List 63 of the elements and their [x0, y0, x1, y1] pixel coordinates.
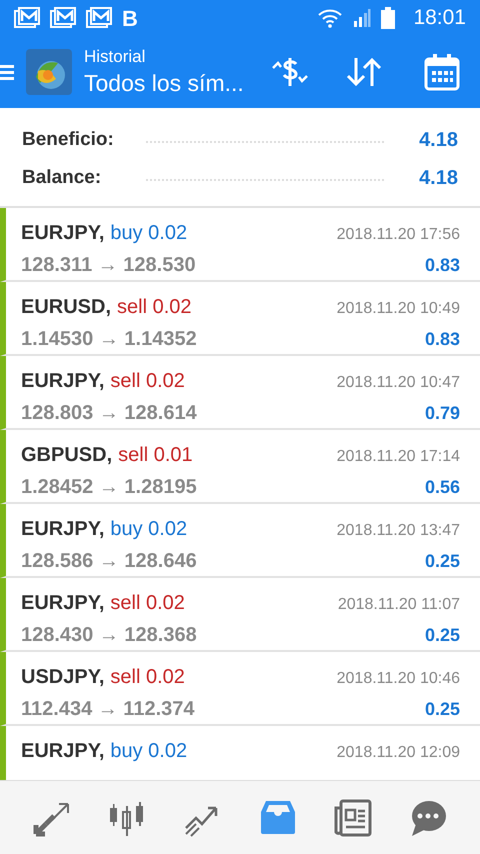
summary-label: Balance:: [22, 166, 102, 190]
mail-icon: [86, 7, 112, 29]
trade-side-volume: buy 0.02: [110, 739, 188, 764]
price-range: 128.803 → 128.614: [21, 401, 197, 426]
deal-row[interactable]: EURJPY, sell 0.02 2018.11.20 11:07 128.430 → 128.368 0.25: [0, 578, 480, 652]
symbol-label: EURJPY,: [21, 591, 104, 616]
profit-value: 0.79: [424, 402, 460, 424]
deal-time: 2018.11.20 12:09: [336, 743, 460, 763]
deal-time: 2018.11.20 17:14: [336, 447, 460, 467]
deal-row[interactable]: EURJPY, buy 0.02 2018.11.20 17:56 128.311 → 128.530 0.83: [0, 208, 480, 282]
deal-time: 2018.11.20 10:49: [336, 299, 460, 319]
profit-value: 0.56: [424, 476, 460, 498]
summary-value: 4.18: [418, 166, 458, 191]
trade-side-volume: sell 0.02: [110, 591, 185, 616]
wifi-icon: [317, 8, 344, 28]
trade-side-volume: sell 0.01: [118, 443, 193, 468]
newspaper-icon[interactable]: [332, 798, 373, 838]
menu-icon[interactable]: [0, 62, 16, 82]
trade-side-volume: buy 0.02: [110, 221, 188, 246]
profit-value: 0.83: [424, 254, 460, 276]
price-range: 1.28452 → 1.28195: [21, 475, 197, 500]
deal-time: 2018.11.20 10:47: [336, 373, 460, 393]
toolbar-title[interactable]: Todos los sím...: [84, 68, 244, 98]
mail-icon: [14, 7, 40, 29]
profit-value: 0.25: [424, 550, 460, 572]
notification-letter: B: [122, 4, 138, 32]
deal-row[interactable]: USDJPY, sell 0.02 2018.11.20 10:46 112.434 → 112.374 0.25: [0, 652, 480, 726]
mail-icon: [50, 7, 76, 29]
symbol-label: EURJPY,: [21, 221, 104, 246]
signal-icon: [353, 8, 372, 28]
clock: 18:01: [413, 5, 466, 32]
price-range: 128.430 → 128.368: [21, 623, 197, 648]
symbol-label: EURUSD,: [21, 295, 112, 320]
price-range: 128.586 → 128.646: [21, 549, 197, 574]
deal-time: 2018.11.20 10:46: [336, 669, 460, 689]
calendar-icon[interactable]: [424, 53, 460, 91]
battery-icon: [381, 7, 396, 29]
profit-value: 0.83: [424, 328, 460, 350]
deal-time: 2018.11.20 11:07: [338, 595, 460, 615]
symbol-label: EURJPY,: [21, 739, 104, 764]
trade-side-volume: sell 0.02: [110, 369, 185, 394]
symbol-label: GBPUSD,: [21, 443, 112, 468]
deal-row[interactable]: EURJPY, sell 0.02 2018.11.20 10:47 128.803 → 128.614 0.79: [0, 356, 480, 430]
deal-row[interactable]: EURUSD, sell 0.02 2018.11.20 10:49 1.14530 → 1.14352 0.83: [0, 282, 480, 356]
deal-row[interactable]: EURJPY, buy 0.02 2018.11.20 13:47 128.586 → 128.646 0.25: [0, 504, 480, 578]
price-range: 128.311 → 128.530: [21, 253, 196, 278]
deal-row[interactable]: GBPUSD, sell 0.01 2018.11.20 17:14 1.28452 → 1.28195 0.56: [0, 430, 480, 504]
price-range: 1.14530 → 1.14352: [21, 327, 197, 352]
symbol-label: EURJPY,: [21, 369, 104, 394]
profit-value: 0.25: [424, 698, 460, 720]
deal-time: 2018.11.20 17:56: [336, 225, 460, 245]
trade-side-volume: sell 0.02: [117, 295, 192, 320]
symbol-label: EURJPY,: [21, 517, 104, 542]
trade-side-volume: sell 0.02: [110, 665, 185, 690]
trade-side-volume: buy 0.02: [110, 517, 188, 542]
summary-label: Beneficio:: [22, 128, 115, 152]
symbol-label: USDJPY,: [21, 665, 104, 690]
toolbar-subtitle: Historial: [84, 46, 146, 68]
app-logo-icon: [26, 49, 72, 95]
profit-value: 0.25: [424, 624, 460, 646]
price-range: 112.434 → 112.374: [21, 697, 194, 722]
summary-value: 4.18: [418, 128, 458, 153]
deal-time: 2018.11.20 13:47: [336, 521, 460, 541]
